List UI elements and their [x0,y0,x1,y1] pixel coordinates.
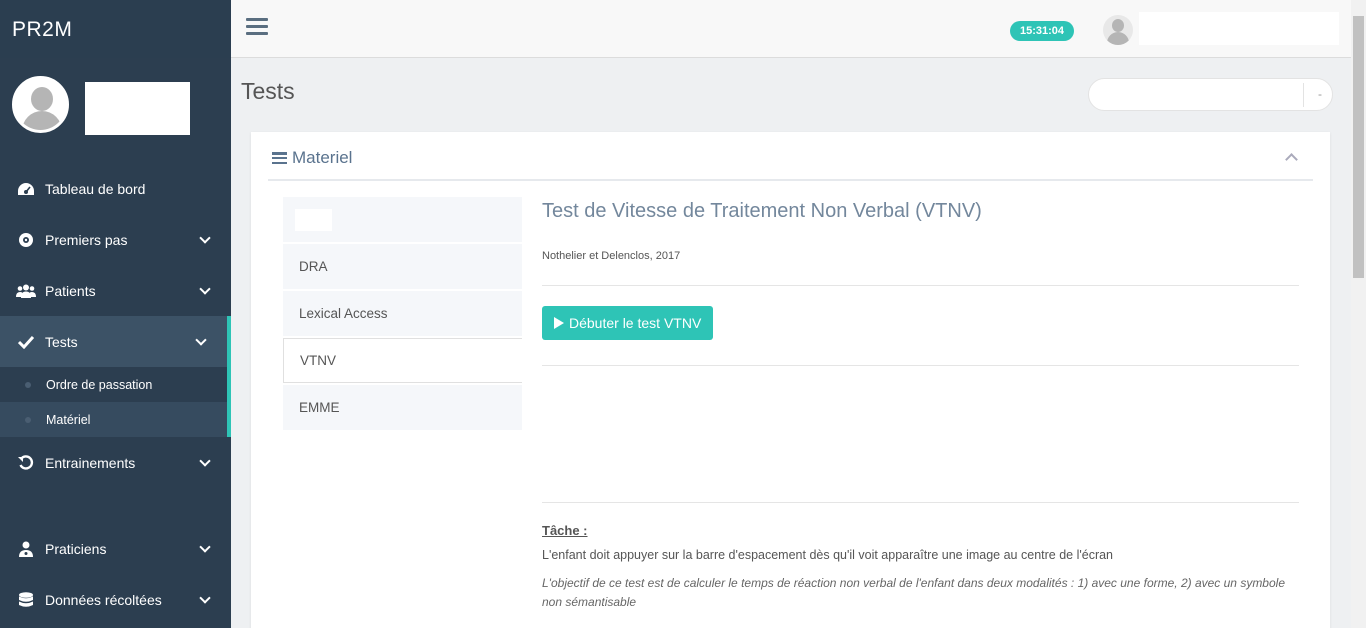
tab-vtnv[interactable]: VTNV [283,338,522,383]
tab-redacted[interactable] [283,197,522,242]
scrollbar-thumb[interactable] [1353,16,1364,278]
test-content: Test de Vitesse de Traitement Non Verbal… [542,197,1299,612]
chevron-down-icon [199,455,211,467]
test-heading: Test de Vitesse de Traitement Non Verbal… [542,200,982,222]
tab-label-redacted [295,208,332,231]
submenu-item-ordre-de-passation[interactable]: Ordre de passation [0,367,227,402]
database-icon [16,591,36,608]
user-md-icon [16,541,36,557]
search-input[interactable]: - [1088,78,1333,111]
submenu-item-materiel[interactable]: Matériel [0,402,227,437]
chevron-down-icon [199,592,211,604]
test-authors: Nothelier et Delenclos, 2017 [542,250,681,262]
dashboard-icon [16,181,36,197]
divider [542,502,1299,503]
task-objective: L'objectif de ce test est de calculer le… [542,576,1285,609]
chevron-down-icon [195,334,207,346]
sidebar-item-dashboard[interactable]: Tableau de bord [0,163,231,214]
tab-emme[interactable]: EMME [283,385,522,430]
menu-toggle-icon[interactable] [246,18,268,36]
chevron-down-icon [199,541,211,553]
compass-icon [16,232,36,248]
sidebar-item-label: Premiers pas [45,231,128,248]
chevron-down-icon [199,232,211,244]
sidebar-item-label: Tableau de bord [45,180,146,197]
sidebar-item-label: Patients [45,282,96,299]
start-test-label: Débuter le test VTNV [569,315,702,331]
brand-logo[interactable]: PR2M [0,0,231,58]
task-label: Tâche : [542,523,588,538]
sidebar-item-premiers-pas[interactable]: Premiers pas [0,214,231,265]
page-title: Tests [241,78,295,104]
empty-area [542,366,1299,502]
sidebar-item-label: Entrainements [45,454,136,471]
sidebar-item-label: Données récoltées [45,591,162,608]
refresh-icon [16,454,36,471]
chevron-down-icon [199,283,211,295]
tab-lexical-access[interactable]: Lexical Access [283,291,522,336]
sidebar-item-label: Praticiens [45,540,107,557]
bars-icon [272,152,287,165]
start-test-button[interactable]: Débuter le test VTNV [542,306,714,340]
sidebar-menu: Tableau de bord Premiers pas Patients Te… [0,163,231,625]
sidebar-item-tests[interactable]: Tests [0,316,231,367]
user-name-redacted[interactable] [1139,12,1339,45]
submenu-item-label: Ordre de passation [46,377,153,392]
sidebar-item-patients[interactable]: Patients [0,265,231,316]
profile-avatar [12,76,69,133]
sidebar-item-donnees-recoltees[interactable]: Données récoltées [0,574,231,625]
profile-name-redacted [85,82,190,135]
sidebar: PR2M Tableau de bord Premiers pas Patien… [0,0,231,628]
user-avatar[interactable] [1103,15,1133,45]
bullet-icon [25,382,31,388]
search-toggle-button[interactable]: - [1318,87,1322,101]
task-description: L'enfant doit appuyer sur la barre d'esp… [542,548,1114,562]
sidebar-item-praticiens[interactable]: Praticiens [0,523,231,574]
tab-dra[interactable]: DRA [283,244,522,289]
sidebar-item-label: Tests [45,333,78,350]
clock-badge: 15:31:04 [1010,21,1074,41]
users-icon [16,283,36,299]
page-scrollbar[interactable] [1351,0,1366,628]
panel-title: Materiel [292,148,353,167]
top-navbar: 15:31:04 [231,0,1351,58]
divider [542,285,1299,286]
test-tabs: DRA Lexical Access VTNV EMME [283,197,522,432]
bullet-icon [25,417,31,423]
materiel-panel: Materiel DRA Lexical Access VTNV EMME Te… [251,132,1330,628]
panel-header: Materiel [268,132,1313,181]
play-icon [554,317,564,329]
submenu-item-label: Matériel [46,412,91,427]
sidebar-item-entrainements[interactable]: Entrainements [0,437,231,488]
chevron-up-icon[interactable] [1285,153,1298,166]
tests-submenu: Ordre de passation Matériel [0,367,231,437]
check-icon [16,334,36,350]
